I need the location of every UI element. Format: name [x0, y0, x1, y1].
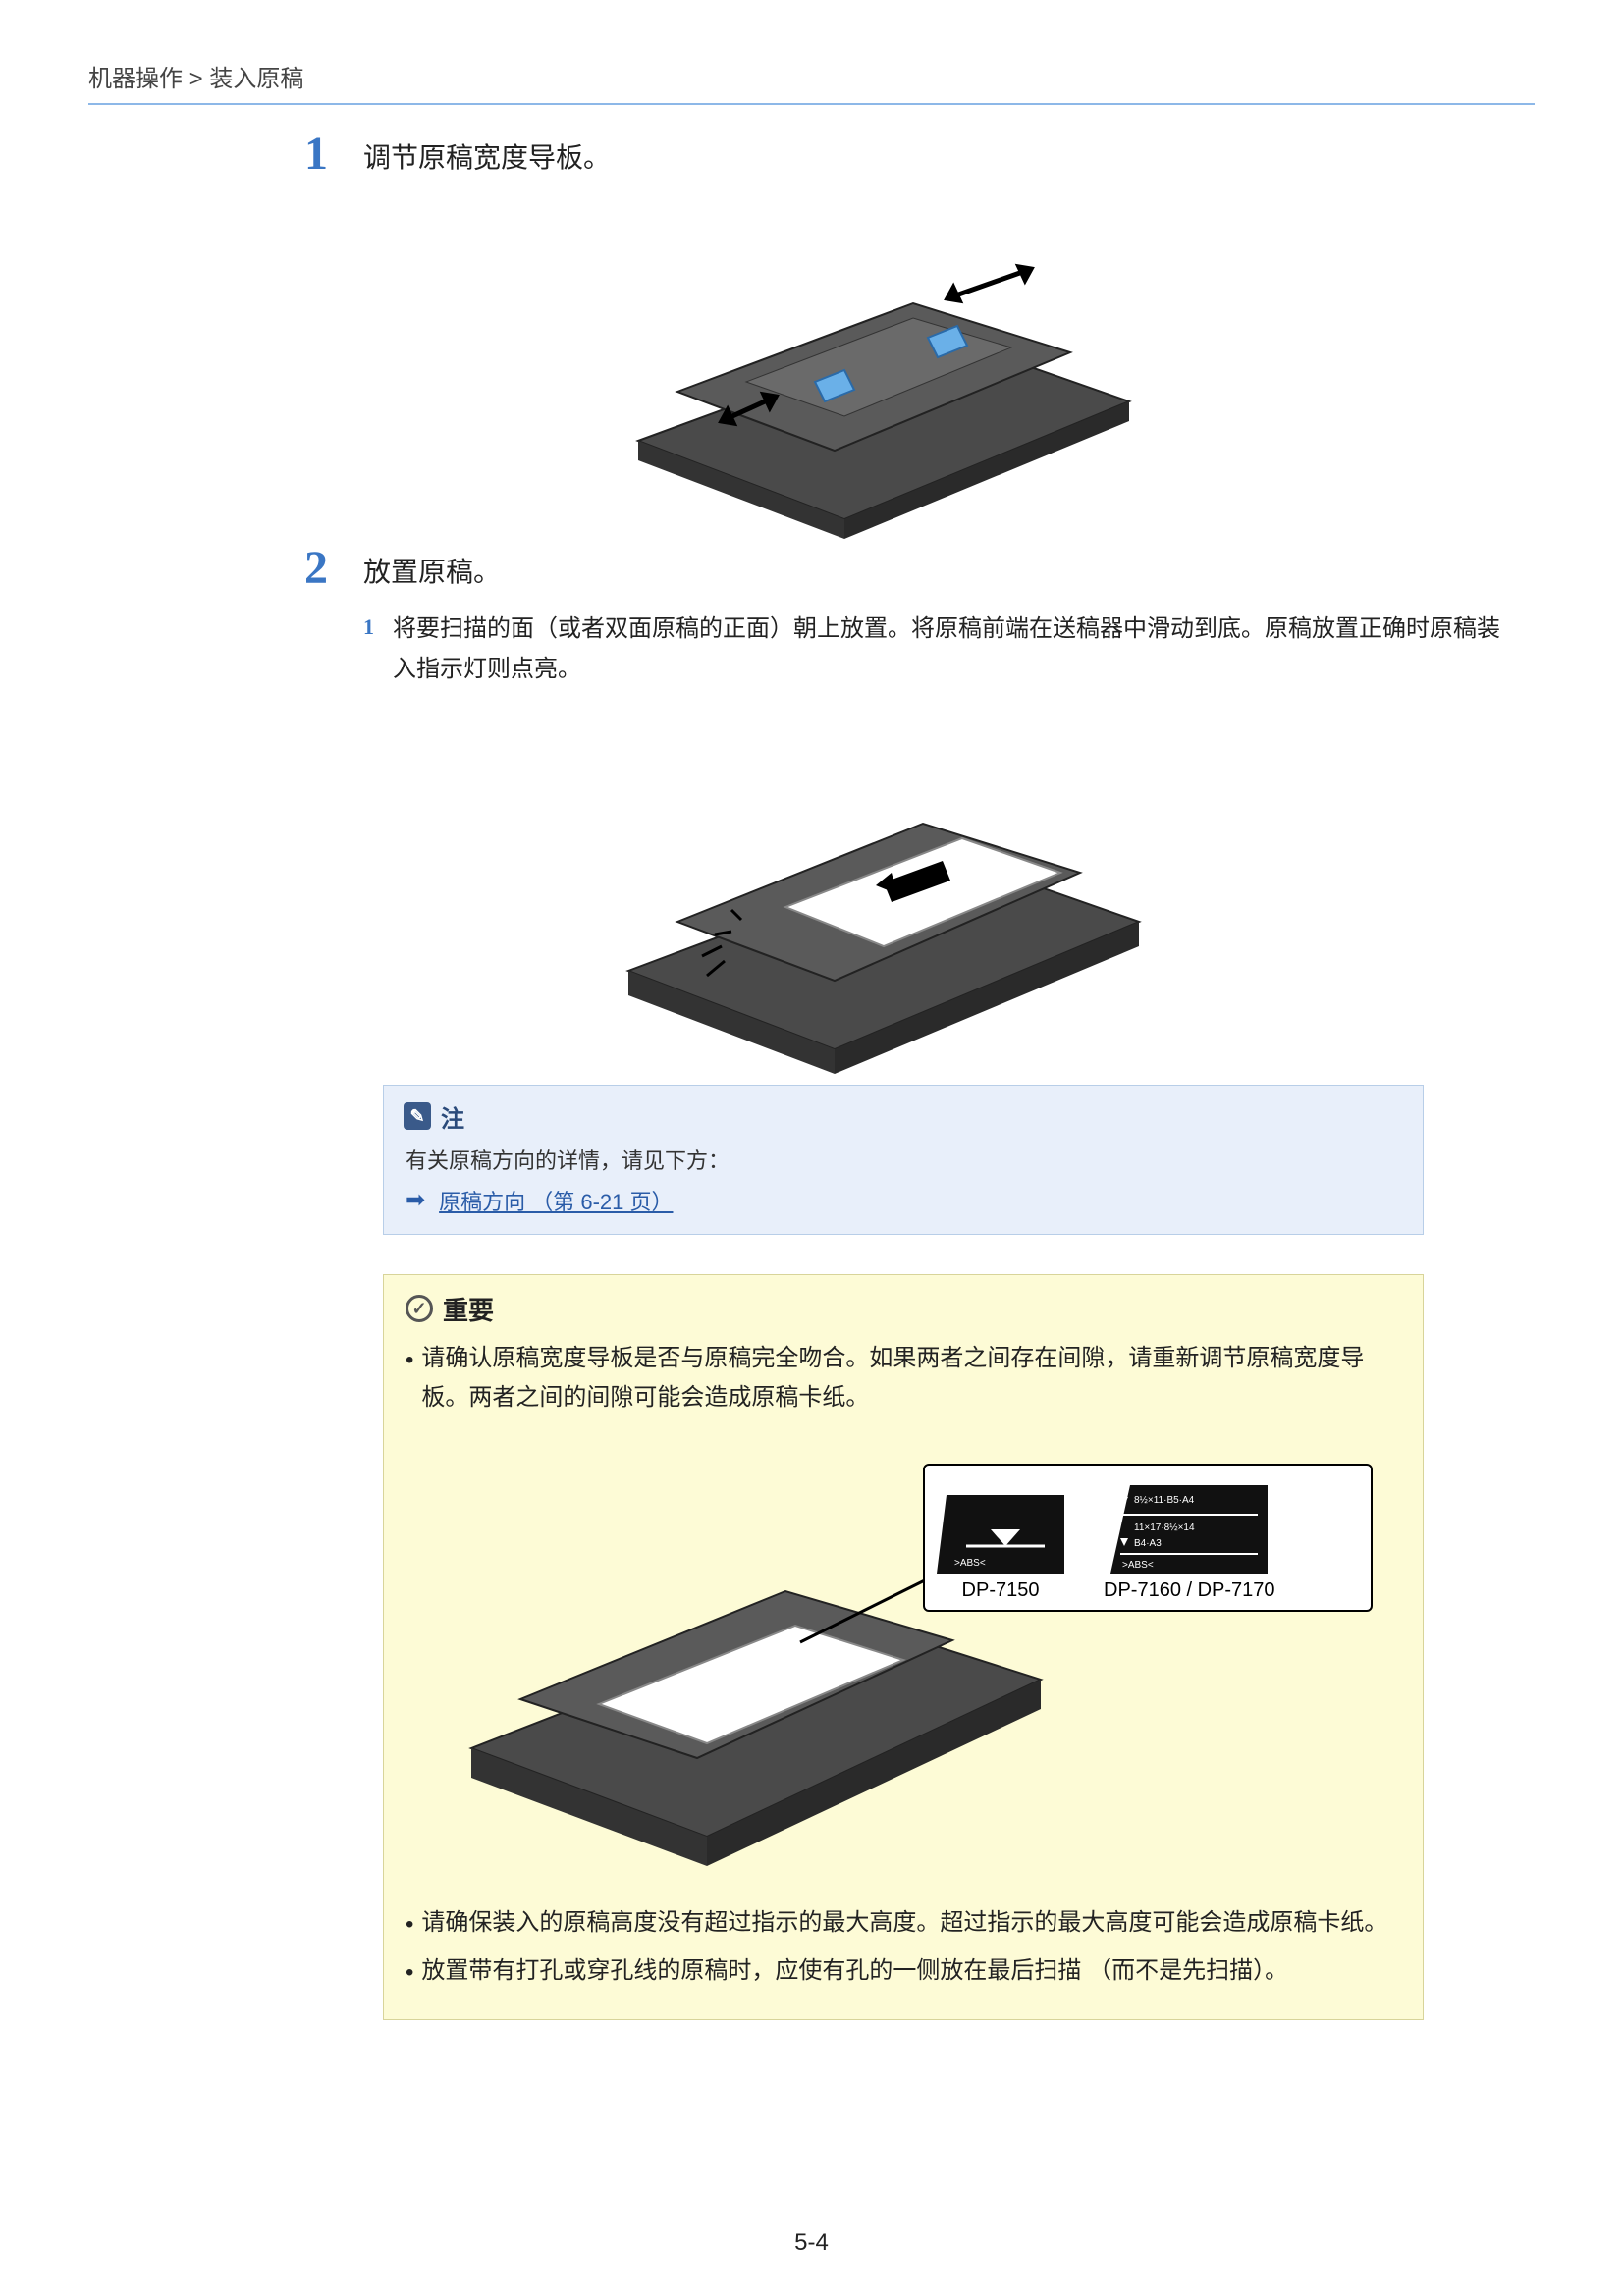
important-bullet-1-text: 请确认原稿宽度导板是否与原稿完全吻合。如果两者之间存在间隙，请重新调节原稿宽度导…: [421, 1339, 1401, 1419]
abs-label-left-icon: >ABS<: [937, 1475, 1064, 1574]
step-2-sub-1: 1 将要扫描的面（或者双面原稿的正面）朝上放置。将原稿前端在送稿器中滑动到底。原…: [363, 610, 1515, 690]
bullet-icon: •: [406, 1341, 413, 1381]
illustration-guide-confirm-wrapper: >ABS< DP-7150 8½×11·B5·A4 11×17·8½×14 B4…: [412, 1424, 1394, 1896]
step-2-content: 放置原稿。 1 将要扫描的面（或者双面原稿的正面）朝上放置。将原稿前端在送稿器中…: [363, 549, 1535, 1089]
note-text: 有关原稿方向的详情，请见下方：: [404, 1144, 1403, 1175]
callout-right: 8½×11·B5·A4 11×17·8½×14 B4·A3 >ABS< DP-7…: [1104, 1475, 1275, 1602]
step-1-title: 调节原稿宽度导板。: [363, 136, 1515, 176]
page-number: 5-4: [0, 2229, 1623, 2257]
important-bullet-3: • 放置带有打孔或穿孔线的原稿时，应使有孔的一侧放在最后扫描 （而不是先扫描）。: [406, 1951, 1401, 1994]
breadcrumb: 机器操作 > 装入原稿: [88, 59, 1535, 103]
svg-text:>ABS<: >ABS<: [954, 1558, 986, 1569]
note-icon: ✎: [404, 1102, 431, 1130]
check-circle-icon: ✓: [406, 1295, 433, 1322]
note-header: ✎ 注: [404, 1099, 1403, 1134]
important-bullet-2: • 请确保装入的原稿高度没有超过指示的最大高度。超过指示的最大高度可能会造成原稿…: [406, 1903, 1401, 1946]
arrow-right-icon: ➡: [406, 1186, 425, 1214]
important-label: 重要: [443, 1291, 494, 1327]
step-1: 1 调节原稿宽度导板。: [304, 134, 1535, 539]
callout-abs-labels: >ABS< DP-7150 8½×11·B5·A4 11×17·8½×14 B4…: [923, 1464, 1373, 1612]
step-number-2: 2: [304, 545, 363, 592]
step-number-1: 1: [304, 131, 363, 178]
bullet-icon: •: [406, 1953, 413, 1994]
important-bullet-1: • 请确认原稿宽度导板是否与原稿完全吻合。如果两者之间存在间隙，请重新调节原稿宽…: [406, 1339, 1401, 1419]
page: 机器操作 > 装入原稿 1 调节原稿宽度导板。: [0, 0, 1623, 2296]
step-1-content: 调节原稿宽度导板。: [363, 134, 1535, 539]
callout-left: >ABS< DP-7150: [937, 1475, 1064, 1602]
step-2-sub-number: 1: [363, 610, 393, 644]
callout-label-right: DP-7160 / DP-7170: [1104, 1579, 1275, 1602]
svg-text:8½×11·B5·A4: 8½×11·B5·A4: [1134, 1495, 1195, 1506]
important-bullet-3-text: 放置带有打孔或穿孔线的原稿时，应使有孔的一侧放在最后扫描 （而不是先扫描）。: [421, 1951, 1288, 1992]
step-2-title: 放置原稿。: [363, 551, 1515, 590]
abs-label-right-icon: 8½×11·B5·A4 11×17·8½×14 B4·A3 >ABS<: [1110, 1475, 1268, 1574]
step-2-sub-text: 将要扫描的面（或者双面原稿的正面）朝上放置。将原稿前端在送稿器中滑动到底。原稿放…: [393, 610, 1515, 690]
illustration-adjust-guides: [520, 186, 1168, 539]
important-bullet-2-text: 请确保装入的原稿高度没有超过指示的最大高度。超过指示的最大高度可能会造成原稿卡纸…: [421, 1903, 1387, 1944]
note-link-line: ➡ 原稿方向 （第 6-21 页）: [404, 1185, 1403, 1216]
important-box: ✓ 重要 • 请确认原稿宽度导板是否与原稿完全吻合。如果两者之间存在间隙，请重新…: [383, 1274, 1424, 2020]
svg-text:B4·A3: B4·A3: [1134, 1538, 1162, 1549]
illustration-place-original: [511, 696, 1178, 1089]
important-header: ✓ 重要: [406, 1291, 1401, 1327]
bullet-icon: •: [406, 1905, 413, 1946]
header-divider: [88, 103, 1535, 105]
svg-text:>ABS<: >ABS<: [1122, 1560, 1154, 1571]
note-box: ✎ 注 有关原稿方向的详情，请见下方： ➡ 原稿方向 （第 6-21 页）: [383, 1085, 1424, 1235]
callout-label-left: DP-7150: [962, 1579, 1040, 1602]
note-label: 注: [441, 1099, 464, 1134]
note-link[interactable]: 原稿方向 （第 6-21 页）: [439, 1185, 673, 1216]
step-2: 2 放置原稿。 1 将要扫描的面（或者双面原稿的正面）朝上放置。将原稿前端在送稿…: [304, 549, 1535, 1089]
svg-text:11×17·8½×14: 11×17·8½×14: [1134, 1522, 1195, 1533]
